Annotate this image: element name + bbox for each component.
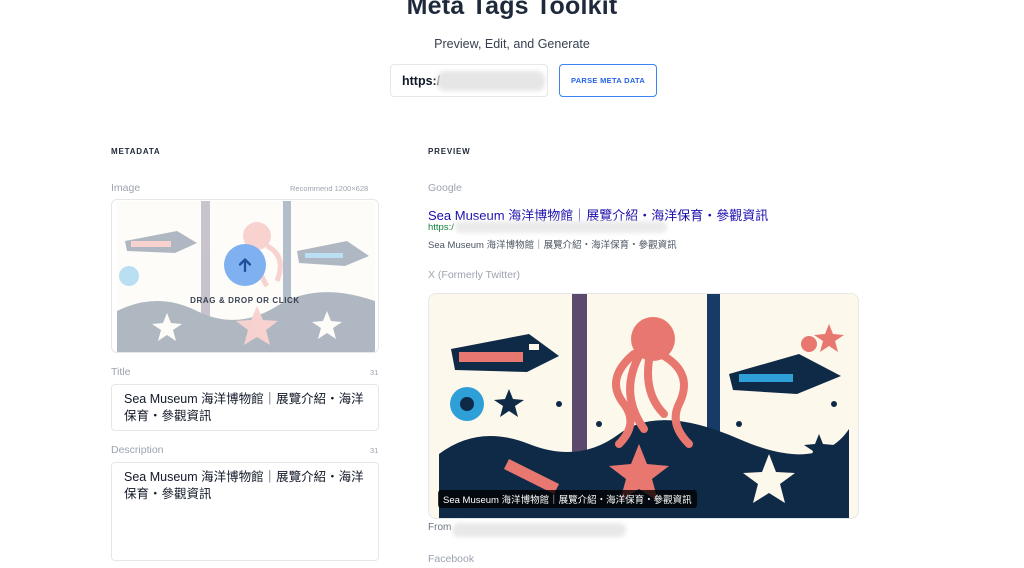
x-card-preview[interactable]: Sea Museum 海洋博物館｜展覽介紹・海洋保育・參觀資訊	[428, 293, 859, 519]
title-input[interactable]: Sea Museum 海洋博物館｜展覽介紹・海洋保育・參觀資訊	[111, 384, 379, 431]
description-label: Description	[111, 444, 164, 456]
image-size-hint: Recommend 1200×628	[290, 184, 369, 193]
page-subtitle: Preview, Edit, and Generate	[434, 37, 590, 51]
url-input-value: https:/	[402, 73, 441, 88]
parse-meta-data-button[interactable]: PARSE META DATA	[559, 64, 657, 97]
description-char-count: 31	[370, 446, 379, 455]
title-label: Title	[111, 366, 131, 378]
google-url-redacted	[455, 221, 667, 233]
image-label: Image	[111, 182, 141, 194]
google-label: Google	[428, 182, 462, 194]
x-card-image	[439, 294, 849, 518]
facebook-label: Facebook	[428, 553, 475, 565]
metadata-heading: METADATA	[111, 147, 161, 156]
drop-instruction: DRAG & DROP OR CLICK	[190, 296, 300, 305]
url-redacted	[437, 71, 545, 91]
page-title: Meta Tags Toolkit	[406, 0, 618, 20]
x-label: X (Formerly Twitter)	[428, 269, 520, 281]
preview-heading: PREVIEW	[428, 147, 471, 156]
image-dropzone[interactable]: DRAG & DROP OR CLICK	[111, 199, 379, 353]
description-textarea[interactable]: Sea Museum 海洋博物館｜展覽介紹・海洋保育・參觀資訊	[111, 462, 379, 561]
arrow-up-icon	[238, 258, 252, 273]
google-result-description: Sea Museum 海洋博物館｜展覽介紹・海洋保育・參觀資訊	[428, 240, 677, 251]
title-char-count: 31	[370, 368, 379, 377]
x-card-caption: Sea Museum 海洋博物館｜展覽介紹・海洋保育・參觀資訊	[438, 490, 697, 508]
google-result-url: https:/	[428, 222, 454, 233]
x-from-redacted	[452, 523, 626, 537]
x-from-label: From	[428, 522, 452, 533]
upload-button[interactable]	[224, 244, 266, 286]
